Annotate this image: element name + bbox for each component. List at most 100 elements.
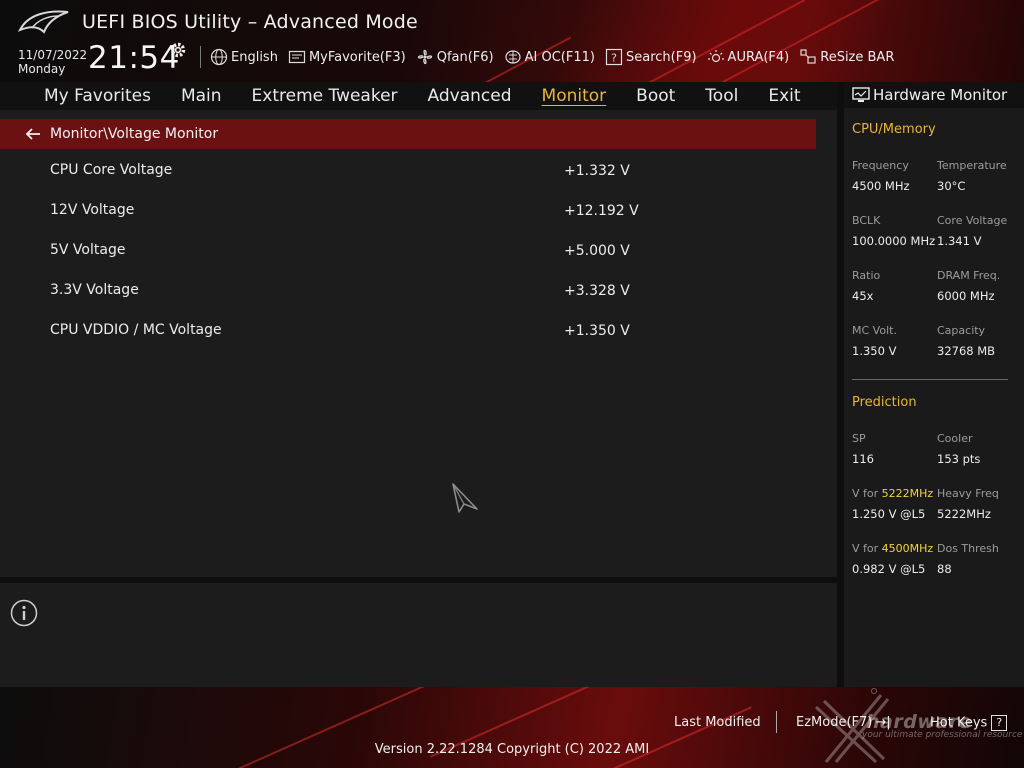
hw-value: 0.982 V @L5 [852, 562, 926, 576]
hw-label: DRAM Freq. [937, 269, 1001, 282]
prediction-section-title: Prediction [852, 395, 917, 410]
hw-label: Cooler [937, 432, 973, 445]
last-modified-button[interactable]: Last Modified [674, 715, 761, 730]
back-arrow-icon[interactable] [24, 127, 42, 141]
search-help-icon: ? [605, 48, 623, 66]
hw-dram-freq: DRAM Freq. 6000 MHz [937, 269, 1024, 303]
hw-heavy-freq: Heavy Freq 5222MHz [937, 487, 1024, 521]
item-label: CPU Core Voltage [50, 162, 173, 178]
hw-label: Dos Thresh [937, 542, 999, 555]
aura-button[interactable]: AURA(F4) [707, 48, 790, 66]
qfan-label: Qfan(F6) [436, 49, 494, 65]
header-toolbar: English MyFavorite(F3) Qfan(F6) AI OC(F1… [210, 46, 904, 68]
main-nav: My Favorites Main Extreme Tweaker Advanc… [0, 82, 837, 110]
item-label: 5V Voltage [50, 242, 126, 258]
item-label: 3.3V Voltage [50, 282, 139, 298]
hw-frequency: Frequency 4500 MHz [852, 159, 942, 193]
hw-label: MC Volt. [852, 324, 897, 337]
item-value: +5.000 V [564, 243, 630, 259]
breadcrumb-text: Monitor\Voltage Monitor [50, 126, 219, 142]
language-label: English [231, 49, 278, 65]
myfavorite-icon [288, 50, 306, 64]
breadcrumb[interactable]: Monitor\Voltage Monitor [0, 119, 816, 149]
v-for-freq: 4500MHz [881, 542, 934, 555]
app-title: UEFI BIOS Utility – Advanced Mode [82, 11, 418, 33]
watermark-subtext: your ultimate professional resource [862, 730, 1023, 740]
hw-value: 32768 MB [937, 344, 996, 358]
gear-icon[interactable] [168, 40, 188, 60]
date-text: 11/07/2022 [18, 48, 88, 62]
globe-icon [210, 48, 228, 66]
tab-boot[interactable]: Boot [636, 86, 675, 106]
search-button[interactable]: ? Search(F9) [605, 48, 697, 66]
hw-dos-thresh: Dos Thresh 88 [937, 542, 1024, 576]
hot-keys-button[interactable]: Hot Keys? [930, 715, 1008, 731]
hw-value: 116 [852, 452, 874, 466]
ezmode-exit-icon: →| [875, 715, 891, 730]
ai-oc-button[interactable]: AI OC(F11) [504, 48, 595, 66]
list-item[interactable]: 12V Voltage +12.192 V [0, 198, 816, 238]
hw-sp: SP 116 [852, 432, 942, 466]
list-item[interactable]: 5V Voltage +5.000 V [0, 238, 816, 278]
hw-v-for-dos: V for 4500MHz 0.982 V @L5 [852, 542, 942, 576]
list-item[interactable]: CPU VDDIO / MC Voltage +1.350 V [0, 318, 816, 358]
hardware-monitor-title: Hardware Monitor [873, 86, 1008, 104]
hw-value: 153 pts [937, 452, 981, 466]
help-key-icon: ? [991, 715, 1008, 731]
v-for-prefix: V for [852, 542, 882, 555]
hw-value: 30°C [937, 179, 966, 193]
main-content: Monitor\Voltage Monitor CPU Core Voltage… [0, 110, 837, 577]
ai-chip-icon [505, 50, 521, 64]
aura-label: AURA(F4) [727, 49, 790, 65]
ezmode-button[interactable]: EzMode(F7) →| [796, 715, 891, 730]
tab-exit[interactable]: Exit [768, 86, 800, 106]
hot-keys-label: Hot Keys [930, 715, 988, 731]
hw-label: SP [852, 432, 866, 445]
top-header: UEFI BIOS Utility – Advanced Mode 11/07/… [0, 0, 1024, 82]
tab-tool[interactable]: Tool [705, 86, 738, 106]
v-for-freq: 5222MHz [881, 487, 934, 500]
version-text: Version 2.22.1284 Copyright (C) 2022 AMI [374, 742, 650, 757]
hw-value: 6000 MHz [937, 289, 995, 303]
date-display: 11/07/2022 Monday [18, 48, 87, 76]
cpu-memory-section-title: CPU/Memory [852, 122, 936, 137]
item-value: +1.332 V [564, 163, 630, 179]
day-text: Monday [18, 62, 66, 76]
tab-main[interactable]: Main [181, 86, 222, 106]
hw-label: Frequency [852, 159, 909, 172]
hw-cooler: Cooler 153 pts [937, 432, 1024, 466]
hardware-monitor-panel: Hardware Monitor CPU/Memory Frequency 45… [844, 82, 1024, 687]
item-value: +12.192 V [564, 203, 639, 219]
item-label: CPU VDDIO / MC Voltage [50, 322, 222, 338]
hw-label: V for 4500MHz [852, 542, 942, 555]
hw-value: 1.250 V @L5 [852, 507, 926, 521]
voltage-list: CPU Core Voltage +1.332 V 12V Voltage +1… [0, 158, 816, 358]
hw-value: 5222MHz [937, 507, 991, 521]
language-button[interactable]: English [210, 48, 278, 66]
item-label: 12V Voltage [50, 202, 135, 218]
list-item[interactable]: CPU Core Voltage +1.332 V [0, 158, 816, 198]
qfan-button[interactable]: Qfan(F6) [416, 48, 494, 66]
myfavorite-label: MyFavorite(F3) [308, 49, 406, 65]
list-item[interactable]: 3.3V Voltage +3.328 V [0, 278, 816, 318]
hw-value: 45x [852, 289, 874, 303]
panel-separator [837, 82, 844, 687]
tab-my-favorites[interactable]: My Favorites [44, 86, 151, 106]
tab-extreme-tweaker[interactable]: Extreme Tweaker [252, 86, 398, 106]
hw-divider [852, 379, 1008, 380]
hw-mc-volt: MC Volt. 1.350 V [852, 324, 942, 358]
tab-monitor[interactable]: Monitor [542, 86, 607, 106]
tab-advanced[interactable]: Advanced [428, 86, 512, 106]
monitor-icon [852, 87, 870, 102]
hw-label: V for 5222MHz [852, 487, 942, 500]
myfavorite-button[interactable]: MyFavorite(F3) [288, 48, 406, 66]
search-label: Search(F9) [625, 49, 697, 65]
hw-label: Temperature [937, 159, 1007, 172]
hw-label: Ratio [852, 269, 881, 282]
resize-bar-button[interactable]: ReSize BAR [799, 48, 894, 66]
v-for-prefix: V for [852, 487, 882, 500]
footer-bar: hardware your ultimate professional reso… [0, 687, 1024, 768]
hw-capacity: Capacity 32768 MB [937, 324, 1024, 358]
hw-label: Heavy Freq [937, 487, 999, 500]
fan-icon [417, 49, 432, 65]
